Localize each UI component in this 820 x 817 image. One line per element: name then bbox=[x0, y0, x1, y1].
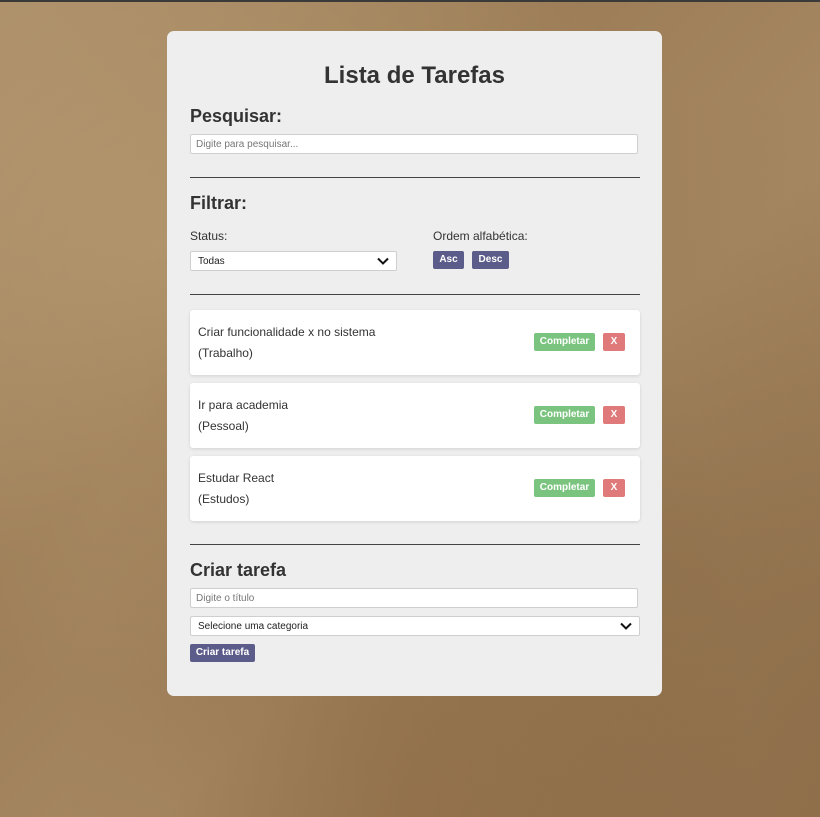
task-item: Criar funcionalidade x no sistema (Traba… bbox=[190, 310, 640, 375]
status-select-value: Todas bbox=[198, 256, 225, 267]
todo-card: Lista de Tarefas Pesquisar: Digite para … bbox=[167, 31, 662, 696]
task-item: Ir para academia (Pessoal) Completar X bbox=[190, 383, 640, 448]
category-select-value: Selecione uma categoria bbox=[198, 621, 309, 632]
order-label: Ordem alfabética: bbox=[433, 229, 528, 243]
divider bbox=[190, 177, 640, 178]
sort-desc-button[interactable]: Desc bbox=[472, 251, 509, 269]
category-select[interactable]: Selecione uma categoria bbox=[190, 616, 640, 636]
complete-button[interactable]: Completar bbox=[534, 333, 595, 351]
status-select[interactable]: Todas bbox=[190, 251, 397, 271]
task-title: Estudar React bbox=[198, 471, 275, 485]
task-title-input[interactable]: Digite o título bbox=[190, 588, 638, 608]
chevron-down-icon bbox=[620, 622, 632, 630]
task-category: (Pessoal) bbox=[198, 419, 249, 433]
sort-asc-button[interactable]: Asc bbox=[433, 251, 464, 269]
create-heading: Criar tarefa bbox=[190, 560, 287, 580]
remove-button[interactable]: X bbox=[603, 406, 625, 424]
chevron-down-icon bbox=[377, 257, 389, 265]
complete-button[interactable]: Completar bbox=[534, 479, 595, 497]
divider bbox=[190, 544, 640, 545]
remove-button[interactable]: X bbox=[603, 479, 625, 497]
create-task-button[interactable]: Criar tarefa bbox=[190, 644, 255, 662]
filter-heading: Filtrar: bbox=[190, 193, 248, 213]
divider bbox=[190, 294, 640, 295]
task-title: Ir para academia bbox=[198, 398, 289, 412]
task-category: (Trabalho) bbox=[198, 346, 253, 360]
status-label: Status: bbox=[190, 229, 228, 243]
remove-button[interactable]: X bbox=[603, 333, 625, 351]
top-border bbox=[0, 0, 820, 2]
search-input[interactable]: Digite para pesquisar... bbox=[190, 134, 638, 154]
complete-button[interactable]: Completar bbox=[534, 406, 595, 424]
page-title: Lista de Tarefas bbox=[324, 62, 505, 89]
task-category: (Estudos) bbox=[198, 492, 250, 506]
search-heading: Pesquisar: bbox=[190, 106, 283, 126]
task-title: Criar funcionalidade x no sistema bbox=[198, 325, 376, 339]
task-item: Estudar React (Estudos) Completar X bbox=[190, 456, 640, 521]
